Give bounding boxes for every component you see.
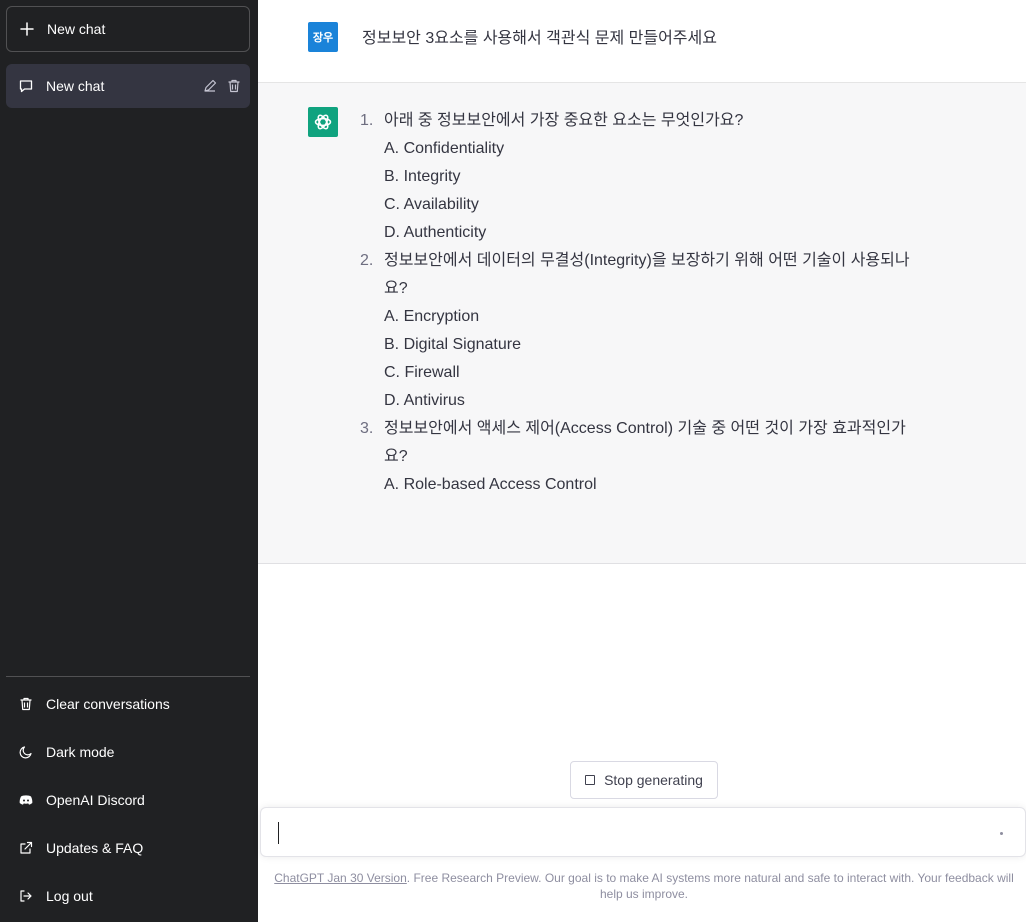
moon-icon: [18, 744, 34, 760]
stop-generating-label: Stop generating: [604, 772, 703, 788]
user-message: 장우 정보보안 3요소를 사용해서 객관식 문제 만들어주세요: [258, 0, 1026, 83]
answer-option: A. Confidentiality: [384, 140, 505, 157]
answer-option: B. Integrity: [384, 168, 461, 185]
menu-item-label: Dark mode: [46, 744, 115, 760]
new-chat-button[interactable]: New chat: [6, 6, 250, 52]
answer-option: D. Authenticity: [384, 224, 487, 241]
updates-faq-item[interactable]: Updates & FAQ: [6, 824, 250, 872]
openai-discord-item[interactable]: OpenAI Discord: [6, 776, 250, 824]
footer-note: ChatGPT Jan 30 Version. Free Research Pr…: [274, 870, 1014, 902]
stop-generating-button[interactable]: Stop generating: [570, 761, 718, 799]
user-avatar: 장우: [308, 22, 338, 52]
main-panel: 장우 정보보안 3요소를 사용해서 객관식 문제 만들어주세요 1. 아래 중 …: [258, 0, 1026, 922]
message-input-box[interactable]: [260, 807, 1026, 857]
log-out-item[interactable]: Log out: [6, 872, 250, 920]
question-text: 정보보안에서 액세스 제어(Access Control) 기술 중 어떤 것이…: [384, 420, 906, 465]
answer-option: D. Antivirus: [384, 392, 465, 409]
question-3: 3. 정보보안에서 액세스 제어(Access Control) 기술 중 어떤…: [360, 415, 920, 499]
dark-mode-item[interactable]: Dark mode: [6, 728, 250, 776]
menu-item-label: Updates & FAQ: [46, 840, 144, 856]
stop-square-icon: [585, 775, 596, 785]
question-2: 2. 정보보안에서 데이터의 무결성(Integrity)을 보장하기 위해 어…: [360, 247, 920, 415]
assistant-message: 1. 아래 중 정보보안에서 가장 중요한 요소는 무엇인가요? A. Conf…: [258, 83, 1026, 564]
menu-item-label: Clear conversations: [46, 696, 170, 712]
question-text: 아래 중 정보보안에서 가장 중요한 요소는 무엇인가요?: [384, 112, 744, 129]
sidebar-menu: Clear conversations Dark mode OpenAI Dis…: [6, 680, 250, 920]
answer-option: C. Firewall: [384, 364, 460, 381]
question-number: 3.: [360, 420, 374, 437]
menu-item-label: OpenAI Discord: [46, 792, 145, 808]
assistant-message-content: 1. 아래 중 정보보안에서 가장 중요한 요소는 무엇인가요? A. Conf…: [360, 107, 920, 499]
user-message-text: 정보보안 3요소를 사용해서 객관식 문제 만들어주세요: [362, 30, 717, 47]
plus-icon: [19, 21, 35, 37]
question-text: 정보보안에서 데이터의 무결성(Integrity)을 보장하기 위해 어떤 기…: [384, 252, 910, 297]
discord-icon: [18, 792, 34, 808]
footer-text: . Free Research Preview. Our goal is to …: [406, 871, 1014, 901]
message-input[interactable]: [277, 820, 977, 846]
chat-item-label: New chat: [46, 78, 105, 94]
answer-option: B. Digital Signature: [384, 336, 521, 353]
chat-bubble-icon: [18, 78, 34, 94]
menu-item-label: Log out: [46, 888, 93, 904]
question-number: 1.: [360, 112, 374, 129]
edit-icon[interactable]: [202, 78, 218, 94]
question-1: 1. 아래 중 정보보안에서 가장 중요한 요소는 무엇인가요? A. Conf…: [360, 107, 920, 247]
sidebar: New chat New chat Clear conversations Da…: [0, 0, 258, 922]
sidebar-divider: [6, 676, 250, 677]
external-link-icon: [18, 840, 34, 856]
text-cursor: [278, 822, 279, 844]
trash-icon[interactable]: [226, 78, 242, 94]
answer-option: A. Encryption: [384, 308, 480, 325]
version-link[interactable]: ChatGPT Jan 30 Version: [274, 871, 407, 885]
loading-dots-icon: [1000, 832, 1003, 835]
answer-option: C. Availability: [384, 196, 479, 213]
openai-logo-icon: [308, 107, 338, 137]
question-number: 2.: [360, 252, 374, 269]
logout-icon: [18, 888, 34, 904]
clear-conversations-item[interactable]: Clear conversations: [6, 680, 250, 728]
trash-icon: [18, 696, 34, 712]
chat-item-new-chat[interactable]: New chat: [6, 64, 250, 108]
new-chat-label: New chat: [47, 21, 106, 37]
answer-option: A. Role-based Access Control: [384, 476, 597, 493]
